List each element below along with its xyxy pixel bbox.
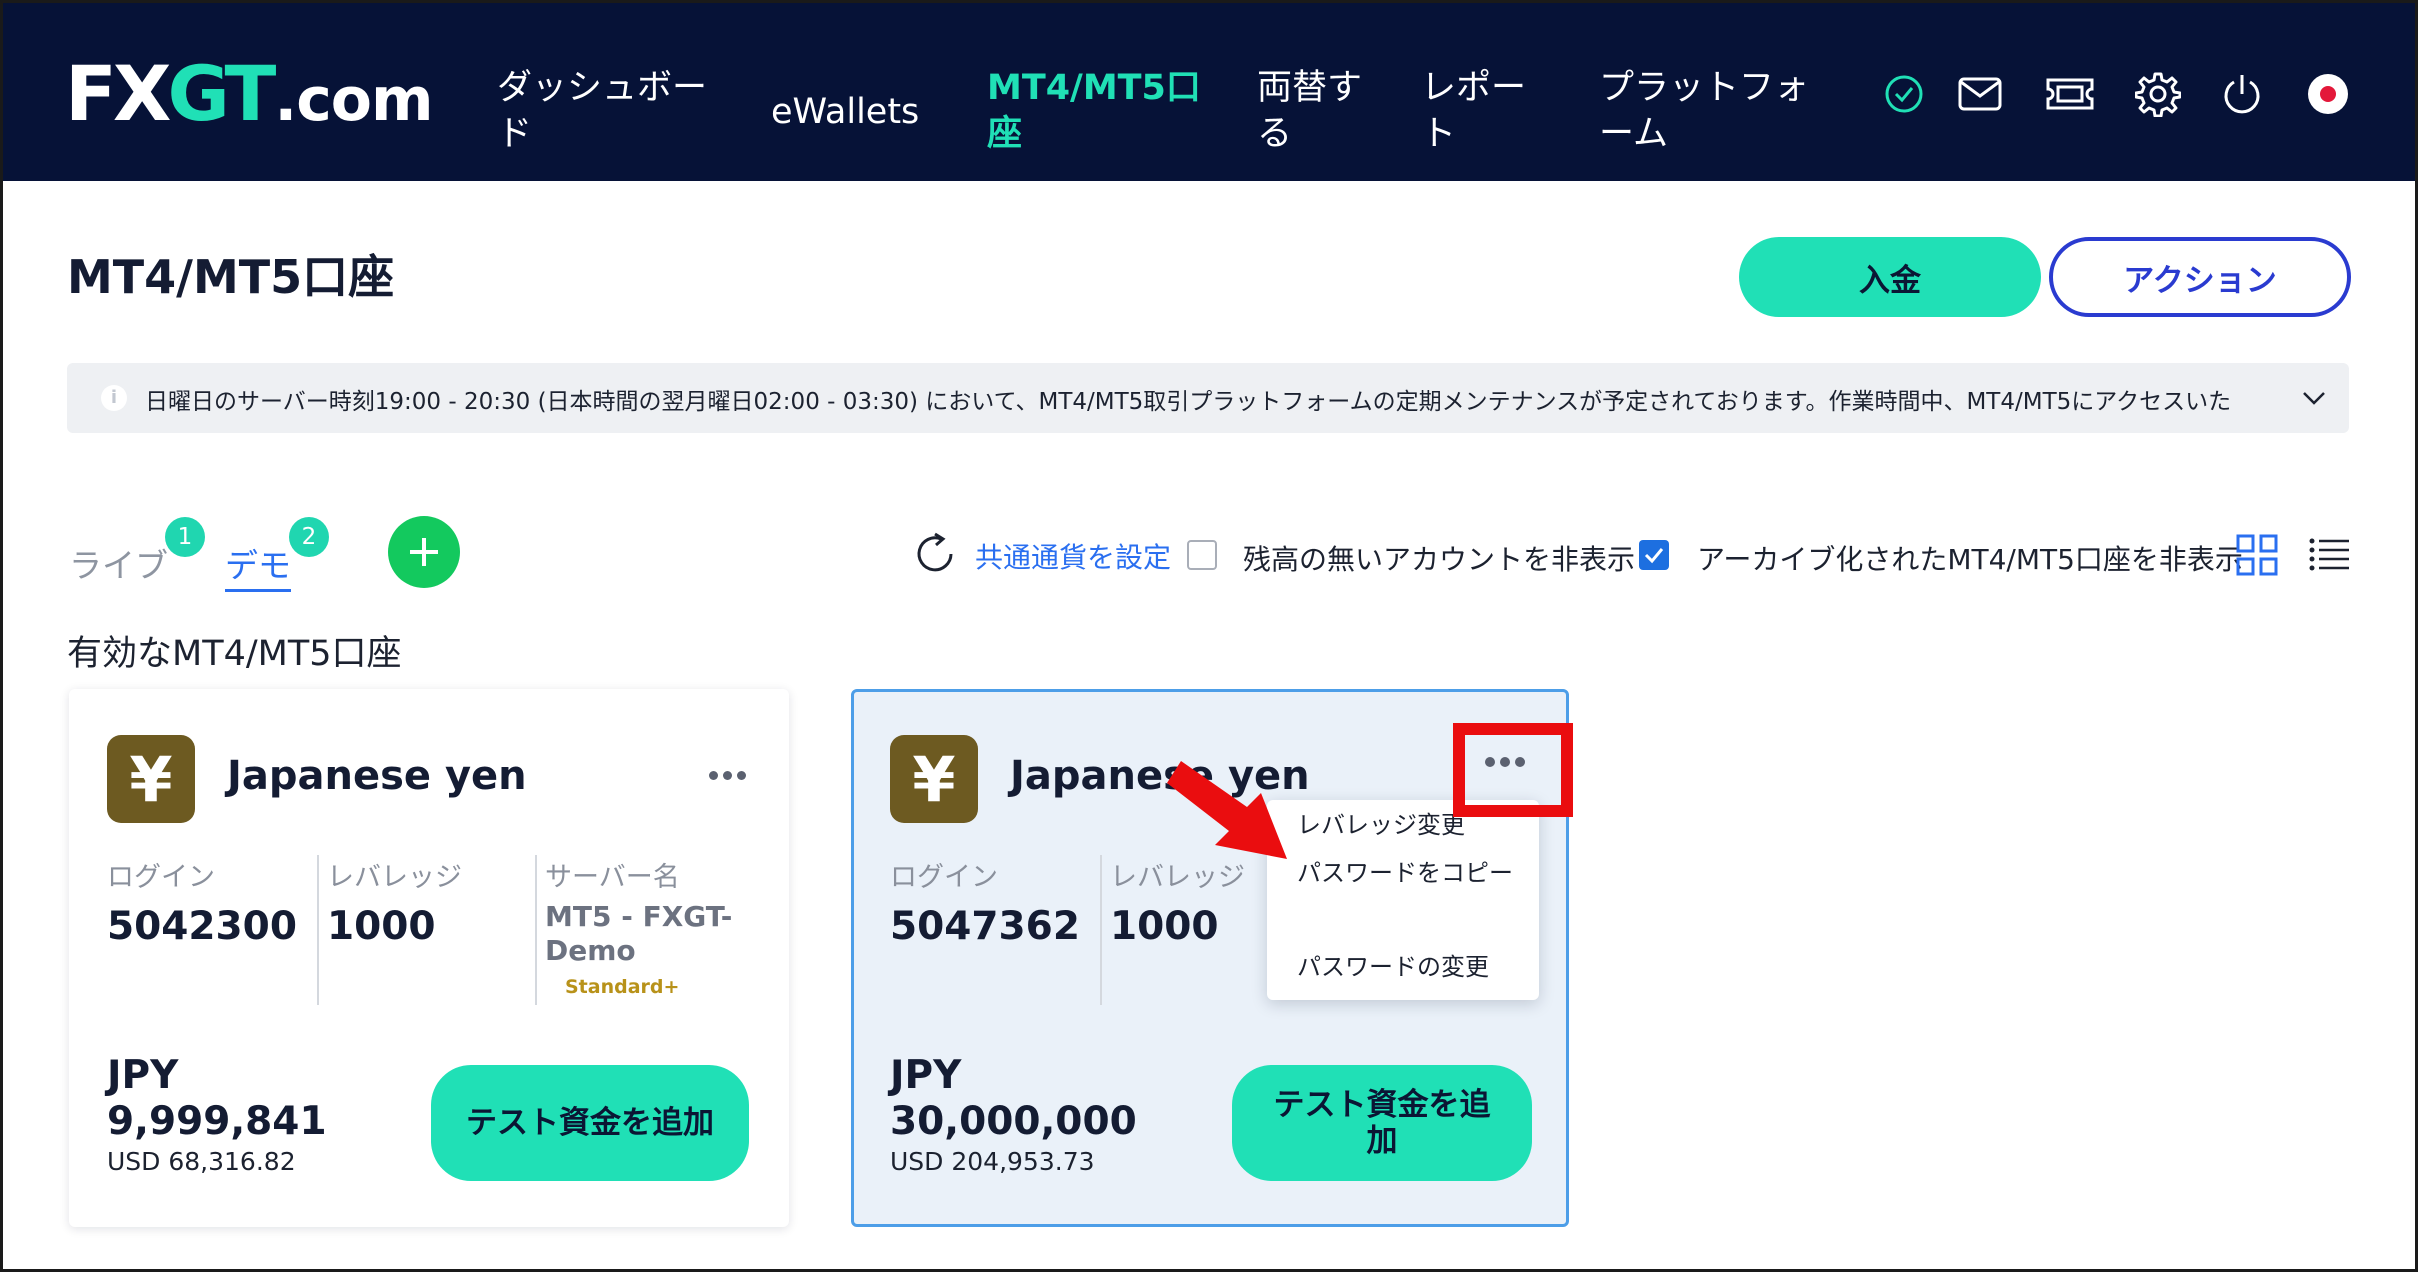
login-info: ログイン 5047362 — [890, 855, 1080, 949]
nav-exchange[interactable]: 両替する — [1257, 65, 1377, 157]
page-title: MT4/MT5口座 — [67, 250, 395, 304]
notice-text: 日曜日のサーバー時刻19:00 - 20:30 (日本時間の翌月曜日02:00 … — [145, 389, 2232, 415]
add-test-funds-button[interactable]: テスト資金を追加 — [431, 1065, 749, 1181]
checkmark-icon — [1644, 548, 1664, 564]
hide-archived-checkbox[interactable] — [1639, 540, 1669, 570]
more-options-icon[interactable] — [697, 757, 757, 793]
server-label: サーバー名 — [545, 862, 680, 893]
logo-fx: FX — [65, 49, 171, 138]
leverage-info: レバレッジ 1000 — [1110, 855, 1245, 949]
tab-live[interactable]: ライブ — [69, 539, 168, 587]
chevron-down-icon[interactable] — [2297, 381, 2331, 415]
fxgt-logo[interactable]: FX GT .com — [65, 49, 434, 139]
leverage-value: 1000 — [1110, 904, 1219, 949]
account-balance: 9,999,841 — [107, 1099, 327, 1144]
list-view-icon[interactable] — [2307, 533, 2351, 577]
hide-archived-label: アーカイブ化されたMT4/MT5口座を非表示 — [1697, 543, 2243, 576]
hide-zero-balance-checkbox[interactable] — [1187, 540, 1217, 570]
account-balance: 30,000,000 — [890, 1099, 1137, 1144]
account-currency: JPY — [107, 1053, 179, 1098]
app-window: FX GT .com ダッシュボード eWallets MT4/MT5口座 両替する… — [0, 0, 2418, 1272]
leverage-label: レバレッジ — [327, 862, 462, 893]
server-info: サーバー名 MT5 - FXGT-Demo Standard+ — [545, 855, 745, 998]
add-account-button[interactable] — [388, 516, 460, 588]
add-test-funds-button[interactable]: テスト資金を追加 — [1232, 1065, 1532, 1181]
grid-view-icon[interactable] — [2235, 533, 2279, 577]
top-navbar: FX GT .com ダッシュボード eWallets MT4/MT5口座 両替する… — [3, 3, 2415, 181]
login-label: ログイン — [890, 862, 998, 893]
divider — [1100, 855, 1102, 1005]
maintenance-notice: i 日曜日のサーバー時刻19:00 - 20:30 (日本時間の翌月曜日02:0… — [67, 363, 2349, 433]
leverage-value: 1000 — [327, 904, 436, 949]
highlight-box[interactable] — [1453, 723, 1573, 817]
tab-demo[interactable]: デモ — [225, 539, 291, 592]
server-value: MT5 - FXGT-Demo — [545, 900, 733, 967]
logo-com: .com — [274, 65, 433, 135]
account-card: ¥ Japanese yen ログイン 5042300 レバレッジ 1000 サ… — [69, 689, 789, 1227]
tab-demo-count-badge: 2 — [289, 517, 329, 557]
menu-item-copy-password[interactable]: パスワードをコピー — [1297, 856, 1517, 890]
more-options-icon[interactable] — [1485, 757, 1525, 767]
menu-item-change-leverage[interactable]: レバレッジ変更 — [1297, 808, 1465, 842]
leverage-info: レバレッジ 1000 — [327, 855, 462, 949]
action-button[interactable]: アクション — [2049, 237, 2351, 317]
yen-icon: ¥ — [890, 735, 978, 823]
account-currency: JPY — [890, 1053, 962, 1098]
yen-icon: ¥ — [107, 735, 195, 823]
nav-reports[interactable]: レポート — [1421, 65, 1541, 157]
login-value: 5042300 — [107, 904, 297, 949]
info-icon: i — [101, 385, 127, 411]
tab-live-count-badge: 1 — [165, 517, 205, 557]
account-balance-usd: USD 204,953.73 — [890, 1147, 1095, 1176]
red-arrow-icon — [1167, 761, 1287, 859]
account-options-menu: レバレッジ変更 パスワードをコピー パスワードの変更 — [1267, 800, 1539, 1000]
login-label: ログイン — [107, 862, 215, 893]
account-name: Japanese yen — [227, 753, 527, 799]
login-value: 5047362 — [890, 904, 1080, 949]
menu-item-change-password[interactable]: パスワードの変更 — [1297, 950, 1489, 984]
account-type-badge: Standard+ — [565, 976, 680, 998]
verified-check-icon[interactable] — [1877, 67, 1931, 121]
nav-ewallets[interactable]: eWallets — [771, 89, 951, 135]
section-title: 有効なMT4/MT5口座 — [67, 634, 402, 674]
nav-mt4-mt5-accounts[interactable]: MT4/MT5口座 — [987, 65, 1207, 157]
refresh-icon[interactable] — [911, 530, 959, 578]
logo-gt: GT — [167, 49, 277, 138]
divider — [535, 855, 537, 1005]
settings-gear-icon[interactable] — [2131, 67, 2185, 121]
nav-platforms[interactable]: プラットフォーム — [1599, 65, 1829, 157]
nav-dashboard[interactable]: ダッシュボード — [497, 65, 717, 157]
mail-icon[interactable] — [1953, 67, 2007, 121]
hide-zero-balance-label: 残高の無いアカウントを非表示 — [1243, 543, 1636, 576]
japan-flag-icon[interactable] — [2301, 67, 2355, 121]
account-balance-usd: USD 68,316.82 — [107, 1147, 296, 1176]
power-icon[interactable] — [2215, 67, 2269, 121]
plus-icon — [410, 538, 438, 566]
set-common-currency-link[interactable]: 共通通貨を設定 — [975, 536, 1171, 576]
login-info: ログイン 5042300 — [107, 855, 297, 949]
ticket-icon[interactable] — [2043, 67, 2097, 121]
deposit-button[interactable]: 入金 — [1739, 237, 2041, 317]
divider — [317, 855, 319, 1005]
